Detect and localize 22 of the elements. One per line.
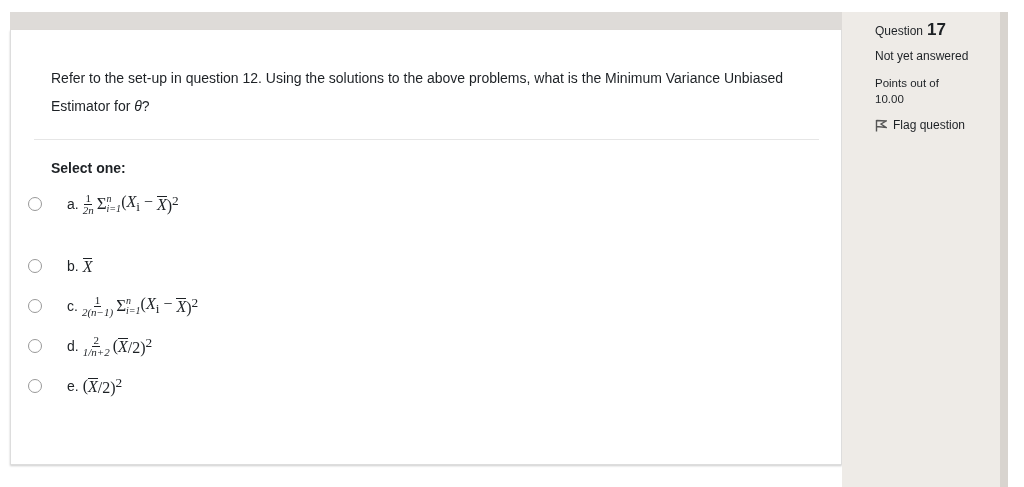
radio-button[interactable] <box>28 197 42 211</box>
radio-button[interactable] <box>28 299 42 313</box>
points-label: Points out of <box>875 77 940 89</box>
points-value: 10.00 <box>875 93 905 105</box>
option-letter: c. <box>67 298 78 314</box>
question-number: 17 <box>927 20 946 40</box>
status-text: Not yet answered <box>875 49 970 63</box>
option-letter: b. <box>67 258 79 274</box>
scrollbar[interactable] <box>1000 12 1008 487</box>
option-letter: d. <box>67 338 79 354</box>
option-letter: e. <box>67 378 79 394</box>
select-prompt: Select one: <box>51 160 127 176</box>
radio-button[interactable] <box>28 379 42 393</box>
option-formula: X <box>82 258 93 274</box>
option-letter: a. <box>67 196 79 212</box>
radio-button[interactable] <box>28 259 42 273</box>
option-formula: (X/2)$^{2}$ <box>82 374 123 398</box>
question-text: Refer to the set-up in question 12. Using the solutions to the above problems, what is the Minimum Variance Unbiased Estimator for θ? <box>51 69 785 116</box>
flag-icon <box>875 118 887 132</box>
question-label: Question <box>875 24 924 38</box>
flag-question-link[interactable]: Flag question <box>875 118 966 132</box>
radio-button[interactable] <box>28 339 42 353</box>
